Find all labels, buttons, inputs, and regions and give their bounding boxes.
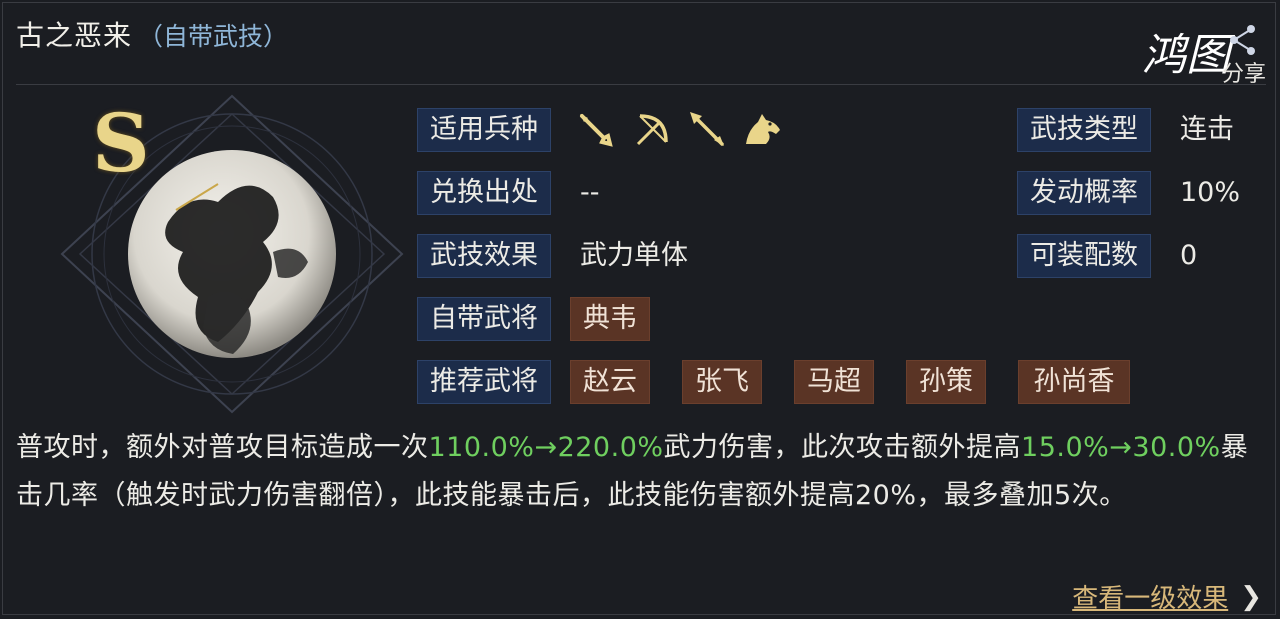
type-label: 武技类型	[1017, 108, 1151, 152]
spear-icon	[690, 112, 724, 146]
sword-icon	[580, 114, 613, 147]
view-level1-effect-label[interactable]: 查看一级效果	[1072, 578, 1228, 615]
troop-label: 适用兵种	[417, 108, 551, 152]
effect-label: 武技效果	[417, 234, 551, 278]
own-general-label: 自带武将	[417, 297, 551, 341]
recommend-general-3[interactable]: 马超	[794, 360, 874, 404]
header-divider	[16, 84, 1266, 85]
skill-subtitle: （自带武技）	[138, 22, 289, 51]
recommend-general-1[interactable]: 赵云	[570, 360, 650, 404]
chevron-right-icon[interactable]: ❯	[1240, 582, 1262, 612]
recommend-general-4[interactable]: 孙策	[906, 360, 986, 404]
desc-text-2: 武力伤害，此次攻击额外提高	[663, 432, 1022, 463]
skill-description: 普攻时，额外对普攻目标造成一次110.0%→220.0%武力伤害，此次攻击额外提…	[16, 424, 1256, 520]
skill-grade: S	[92, 96, 150, 190]
source-value: --	[580, 177, 600, 208]
recommend-general-2[interactable]: 张飞	[682, 360, 762, 404]
horse-icon	[746, 114, 780, 144]
recommend-general-5[interactable]: 孙尚香	[1018, 360, 1130, 404]
title-row: 古之恶来 （自带武技）	[16, 14, 288, 58]
desc-highlight-crit: 15.0%→30.0%	[1021, 432, 1221, 463]
source-label: 兑换出处	[417, 171, 551, 215]
rate-value: 10%	[1180, 177, 1241, 208]
view-level1-effect-link[interactable]: 查看一级效果 ❯	[1072, 578, 1262, 615]
slots-label: 可装配数	[1017, 234, 1151, 278]
effect-value: 武力单体	[580, 240, 688, 271]
type-value: 连击	[1180, 114, 1234, 145]
skill-title: 古之恶来	[16, 19, 133, 52]
rate-label: 发动概率	[1017, 171, 1151, 215]
desc-text-1: 普攻时，额外对普攻目标造成一次	[16, 432, 429, 463]
bow-icon	[636, 114, 668, 146]
slots-value: 0	[1180, 240, 1198, 271]
recommend-label: 推荐武将	[417, 360, 551, 404]
own-general-tag[interactable]: 典韦	[570, 297, 650, 341]
desc-highlight-damage: 110.0%→220.0%	[428, 432, 664, 463]
